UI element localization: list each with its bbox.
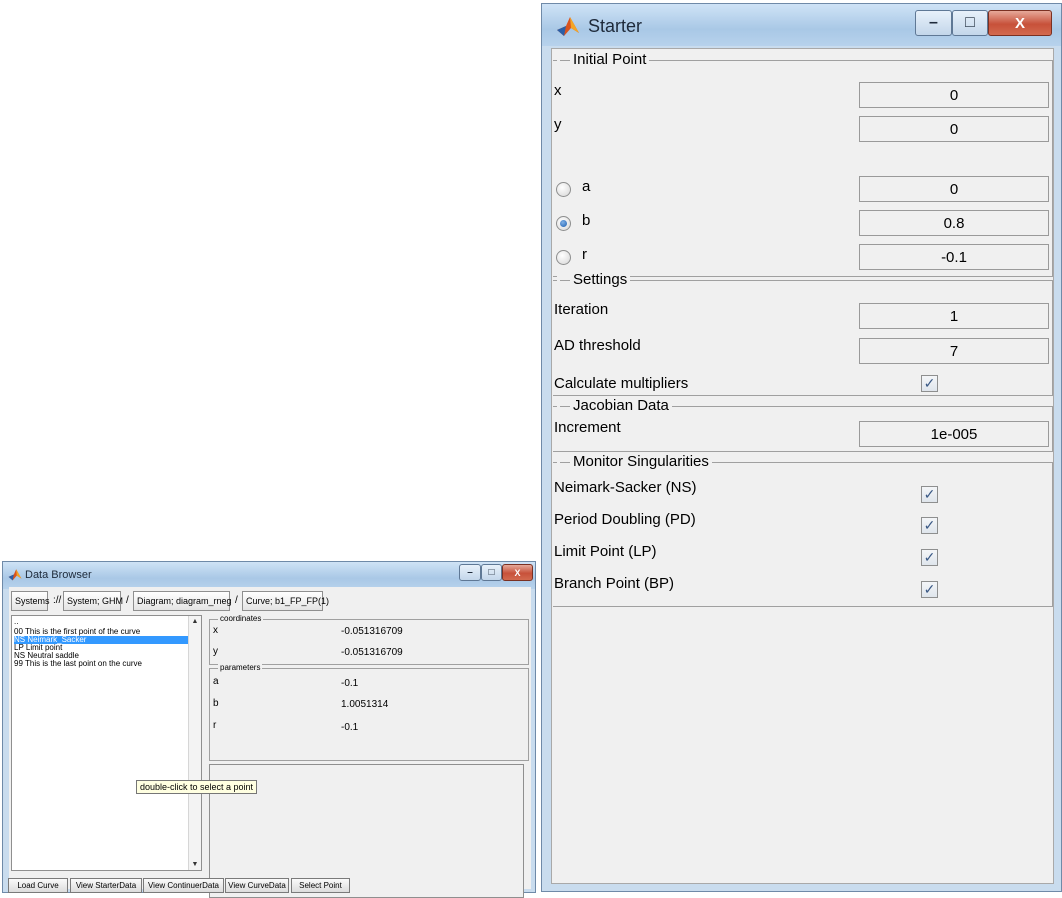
browser-title-bar[interactable]: Data Browser – □ X bbox=[3, 562, 535, 589]
x-label: x bbox=[554, 82, 562, 99]
crumb-diagram[interactable]: Diagram; diagram_rneg bbox=[133, 591, 232, 611]
settings-panel: Settings Iteration 1 AD threshold 7 Calc… bbox=[553, 271, 1053, 396]
increment-field[interactable]: 1e-005 bbox=[859, 421, 1049, 447]
y-label: y bbox=[554, 116, 562, 133]
matlab-icon bbox=[557, 17, 579, 36]
view-starter-data-button[interactable]: View StarterData bbox=[70, 878, 142, 893]
coord-x-label: x bbox=[213, 625, 218, 636]
y-field[interactable]: 0 bbox=[859, 116, 1049, 142]
b-radio[interactable] bbox=[556, 216, 571, 231]
browser-content: Systems :// System; GHM / Diagram; diagr… bbox=[9, 587, 531, 898]
ad-threshold-field[interactable]: 7 bbox=[859, 338, 1049, 364]
monitor-panel: Monitor Singularities Neimark-Sacker (NS… bbox=[553, 453, 1053, 607]
tooltip: double-click to select a point bbox=[136, 780, 258, 794]
ns-checkbox[interactable]: ✓ bbox=[921, 486, 938, 503]
crumb-system[interactable]: System; GHM bbox=[63, 591, 123, 611]
crumb-separator: / bbox=[126, 595, 129, 606]
select-point-button[interactable]: Select Point bbox=[291, 878, 350, 893]
starter-window: Starter – □ X Initial Point x 0 y 0 a 0 … bbox=[541, 3, 1062, 892]
minimize-icon: – bbox=[467, 567, 473, 578]
crumb-root: :// bbox=[53, 595, 62, 606]
r-label: r bbox=[582, 246, 587, 263]
list-scrollbar[interactable]: ▲ ▼ bbox=[188, 616, 201, 870]
maximize-icon: □ bbox=[965, 14, 975, 31]
a-field[interactable]: 0 bbox=[859, 176, 1049, 202]
param-a-value: -0.1 bbox=[341, 678, 359, 689]
browser-maximize-button[interactable]: □ bbox=[481, 564, 502, 581]
b-field[interactable]: 0.8 bbox=[859, 210, 1049, 236]
list-item[interactable]: 99 This is the last point on the curve bbox=[14, 660, 188, 668]
view-continuer-data-button[interactable]: View ContinuerData bbox=[143, 878, 224, 893]
starter-content: Initial Point x 0 y 0 a 0 b 0.8 r -0.1 S… bbox=[551, 48, 1054, 884]
coord-y-value: -0.051316709 bbox=[341, 647, 403, 658]
browser-minimize-button[interactable]: – bbox=[459, 564, 481, 581]
crumb-curve[interactable]: Curve; b1_FP_FP(1) bbox=[242, 591, 329, 611]
points-list[interactable]: .. 00 This is the first point of the cur… bbox=[11, 615, 202, 871]
coord-y-label: y bbox=[213, 646, 218, 657]
coordinates-heading: coordinates bbox=[218, 614, 264, 623]
ad-threshold-label: AD threshold bbox=[554, 337, 641, 354]
jacobian-panel: Jacobian Data Increment 1e-005 bbox=[553, 397, 1053, 452]
initial-point-heading: Initial Point bbox=[557, 51, 650, 69]
starter-title: Starter bbox=[588, 16, 643, 36]
jacobian-heading: Jacobian Data bbox=[557, 397, 672, 415]
bp-label: Branch Point (BP) bbox=[554, 575, 675, 592]
maximize-icon: □ bbox=[488, 567, 495, 578]
maximize-button[interactable]: □ bbox=[952, 10, 988, 36]
minimize-icon: – bbox=[929, 14, 938, 31]
param-r-value: -0.1 bbox=[341, 722, 359, 733]
pd-checkbox[interactable]: ✓ bbox=[921, 517, 938, 534]
pd-label: Period Doubling (PD) bbox=[554, 511, 696, 528]
close-button[interactable]: X bbox=[988, 10, 1052, 36]
monitor-heading: Monitor Singularities bbox=[557, 453, 712, 471]
data-browser-window: Data Browser – □ X Systems :// System; G… bbox=[2, 561, 536, 898]
iteration-field[interactable]: 1 bbox=[859, 303, 1049, 329]
param-b-label: b bbox=[213, 698, 219, 709]
r-radio[interactable] bbox=[556, 250, 571, 265]
coordinates-panel: coordinates x -0.051316709 y -0.05131670… bbox=[209, 614, 529, 665]
coord-x-value: -0.051316709 bbox=[341, 626, 403, 637]
scroll-down-icon[interactable]: ▼ bbox=[189, 861, 201, 868]
browser-title: Data Browser bbox=[25, 569, 92, 581]
param-r-label: r bbox=[213, 720, 217, 731]
load-curve-button[interactable]: Load Curve bbox=[8, 878, 68, 893]
param-a-label: a bbox=[213, 676, 219, 687]
bp-checkbox[interactable]: ✓ bbox=[921, 581, 938, 598]
increment-label: Increment bbox=[554, 419, 621, 436]
calculate-multipliers-checkbox[interactable]: ✓ bbox=[921, 375, 938, 392]
settings-heading: Settings bbox=[557, 271, 631, 289]
a-label: a bbox=[582, 178, 591, 195]
minimize-button[interactable]: – bbox=[915, 10, 952, 36]
b-label: b bbox=[582, 212, 591, 229]
initial-point-panel: Initial Point x 0 y 0 a 0 b 0.8 r -0.1 bbox=[553, 51, 1053, 277]
lp-label: Limit Point (LP) bbox=[554, 543, 657, 560]
starter-title-bar[interactable]: Starter – □ X bbox=[542, 4, 1061, 46]
iteration-label: Iteration bbox=[554, 301, 609, 318]
param-b-value: 1.0051314 bbox=[341, 699, 389, 710]
close-icon: X bbox=[514, 567, 521, 578]
close-icon: X bbox=[1014, 14, 1025, 32]
x-field[interactable]: 0 bbox=[859, 82, 1049, 108]
browser-close-button[interactable]: X bbox=[502, 564, 533, 581]
lp-checkbox[interactable]: ✓ bbox=[921, 549, 938, 566]
parameters-panel: parameters a -0.1 b 1.0051314 r -0.1 bbox=[209, 663, 529, 761]
matlab-icon bbox=[8, 569, 22, 581]
scroll-up-icon[interactable]: ▲ bbox=[189, 618, 201, 625]
r-field[interactable]: -0.1 bbox=[859, 244, 1049, 270]
parameters-heading: parameters bbox=[218, 663, 263, 672]
list-item[interactable]: .. bbox=[14, 618, 188, 626]
crumb-systems[interactable]: Systems bbox=[11, 591, 50, 611]
a-radio[interactable] bbox=[556, 182, 571, 197]
calculate-multipliers-label: Calculate multipliers bbox=[554, 375, 689, 392]
view-curve-data-button[interactable]: View CurveData bbox=[225, 878, 289, 893]
ns-label: Neimark-Sacker (NS) bbox=[554, 479, 697, 496]
crumb-separator: / bbox=[235, 595, 238, 606]
